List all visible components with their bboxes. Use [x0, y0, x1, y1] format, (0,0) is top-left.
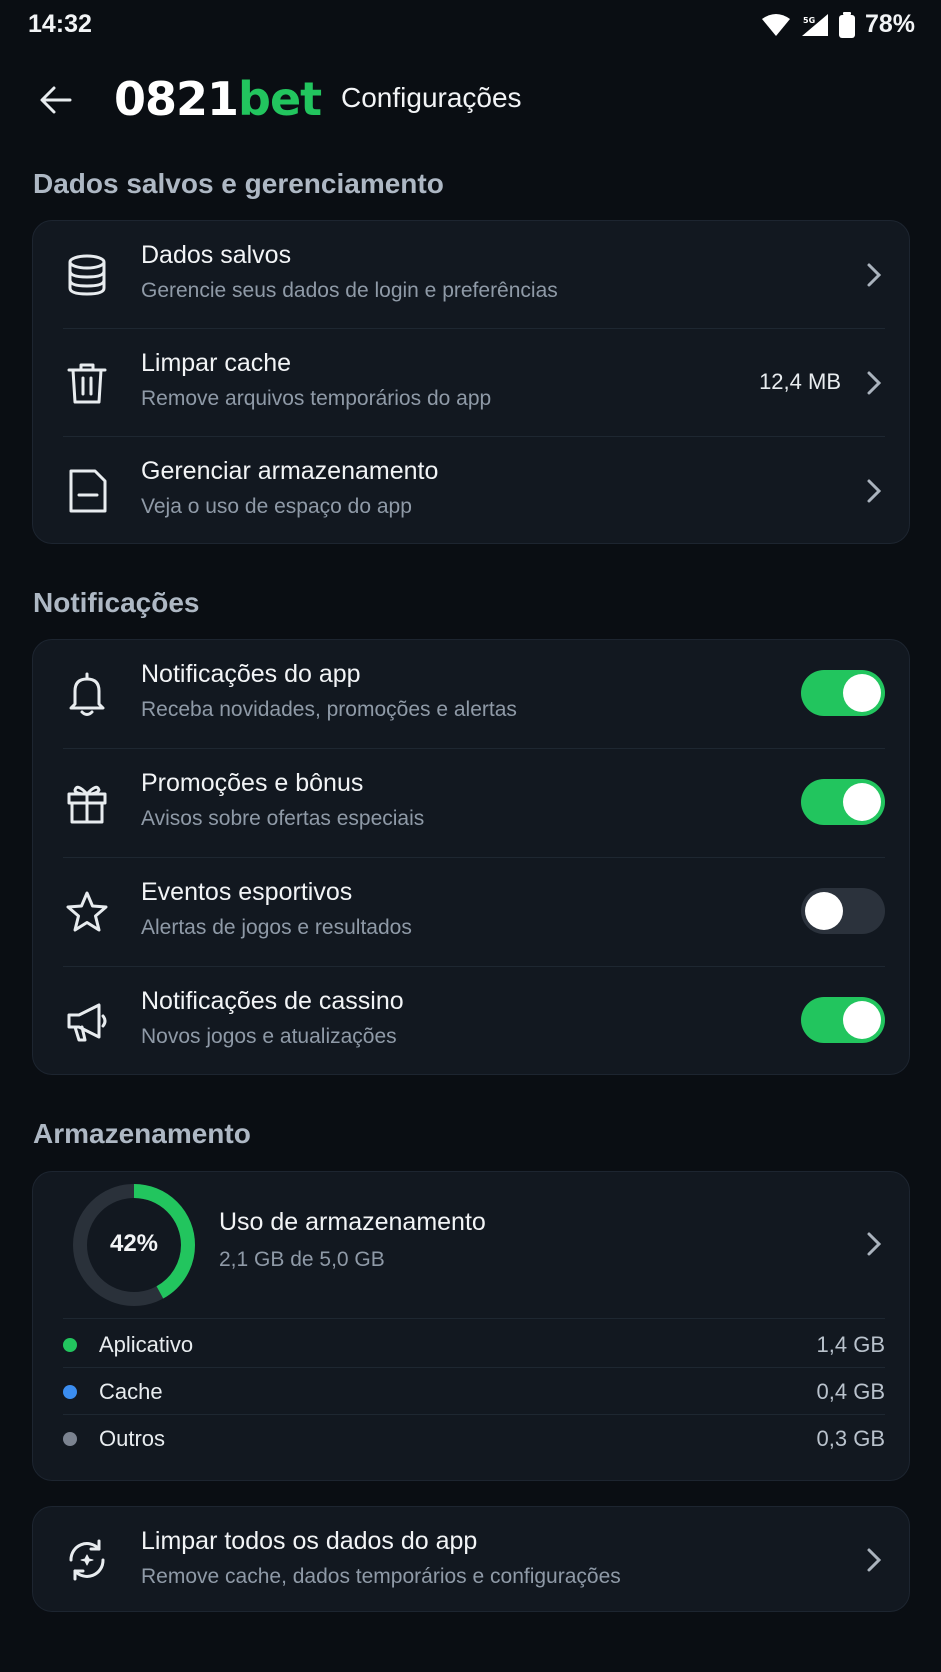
status-bar: 14:32 5G 78%: [0, 0, 941, 52]
promotions-label: Promoções e bônus: [141, 769, 364, 797]
signal-icon: 5G: [801, 13, 829, 37]
manage-storage-row[interactable]: Gerenciar armazenamento Veja o uso de es…: [33, 437, 909, 545]
sports-events-sub: Alertas de jogos e resultados: [141, 916, 412, 939]
app-notifications-row: Notificações do app Receba novidades, pr…: [33, 640, 909, 749]
manage-storage-label: Gerenciar armazenamento: [141, 457, 439, 485]
reset-icon: [63, 1536, 111, 1584]
cache-size-value: 12,4 MB: [759, 369, 841, 394]
chevron-right-icon: [867, 263, 882, 287]
clear-all-data-row[interactable]: Limpar todos os dados do app Remove cach…: [33, 1507, 909, 1613]
app-notifications-toggle[interactable]: [801, 670, 885, 716]
legend-value: 0,4 GB: [816, 1379, 885, 1404]
legend-value: 1,4 GB: [816, 1332, 885, 1357]
promotions-sub: Avisos sobre ofertas especiais: [141, 807, 425, 830]
clear-all-sub: Remove cache, dados temporários e config…: [141, 1565, 621, 1588]
chevron-right-icon: [867, 1548, 882, 1572]
legend-row-cache: Cache 0,4 GB: [33, 1369, 909, 1413]
storage-card: 42% Uso de armazenamento 2,1 GB de 5,0 G…: [32, 1171, 910, 1481]
battery-icon: [838, 11, 855, 38]
star-icon: [63, 888, 111, 936]
storage-percent: 42%: [109, 1230, 159, 1257]
data-card: Dados salvos Gerencie seus dados de logi…: [32, 220, 910, 544]
chevron-right-icon: [867, 371, 882, 395]
clear-all-label: Limpar todos os dados do app: [141, 1527, 478, 1555]
legend-row-other: Outros 0,3 GB: [33, 1416, 909, 1460]
legend-name: Cache: [99, 1379, 163, 1404]
arrow-left-icon: [40, 86, 72, 114]
sd-card-icon: [63, 467, 111, 515]
status-time: 14:32: [28, 10, 92, 38]
legend-dot-cache: [63, 1385, 77, 1399]
clear-all-card: Limpar todos os dados do app Remove cach…: [32, 1506, 910, 1612]
promotions-row: Promoções e bônus Avisos sobre ofertas e…: [33, 749, 909, 858]
bell-icon: [63, 670, 111, 718]
section-title-storage: Armazenamento: [33, 1118, 251, 1149]
casino-notifications-sub: Novos jogos e atualizações: [141, 1025, 397, 1048]
divider: [63, 1414, 885, 1415]
status-icons: 5G 78%: [761, 10, 915, 39]
toggle-knob: [805, 892, 843, 930]
divider: [63, 1318, 885, 1319]
database-icon: [63, 251, 111, 299]
casino-notifications-row: Notificações de cassino Novos jogos e at…: [33, 967, 909, 1076]
brand-logo: 0821bet: [114, 72, 322, 126]
section-title-data: Dados salvos e gerenciamento: [33, 168, 444, 199]
page-title: Configurações: [341, 82, 522, 113]
storage-usage-title: Uso de armazenamento: [219, 1208, 486, 1236]
legend-name: Outros: [99, 1426, 166, 1451]
clear-cache-label: Limpar cache: [141, 349, 292, 377]
clear-cache-sub: Remove arquivos temporários do app: [141, 387, 492, 410]
promotions-toggle[interactable]: [801, 779, 885, 825]
app-notifications-label: Notificações do app: [141, 660, 361, 688]
battery-percent: 78%: [864, 10, 915, 38]
app-notifications-sub: Receba novidades, promoções e alertas: [141, 698, 517, 721]
notifications-card: Notificações do app Receba novidades, pr…: [32, 639, 910, 1075]
toggle-knob: [843, 1001, 881, 1039]
clear-cache-row[interactable]: Limpar cache Remove arquivos temporários…: [33, 329, 909, 437]
legend-row-app: Aplicativo 1,4 GB: [33, 1322, 909, 1366]
storage-usage-row[interactable]: 42% Uso de armazenamento 2,1 GB de 5,0 G…: [33, 1172, 909, 1318]
wifi-icon: [761, 13, 791, 37]
app-header: 0821bet Configurações: [0, 62, 941, 134]
casino-notifications-toggle[interactable]: [801, 997, 885, 1043]
legend-value: 0,3 GB: [816, 1426, 885, 1451]
section-title-notifications: Notificações: [33, 587, 200, 618]
chevron-right-icon: [867, 1232, 882, 1256]
toggle-knob: [843, 674, 881, 712]
sports-events-label: Eventos esportivos: [141, 878, 353, 906]
divider: [63, 1367, 885, 1368]
storage-usage-sub: 2,1 GB de 5,0 GB: [219, 1248, 385, 1271]
toggle-knob: [843, 783, 881, 821]
saved-data-label: Dados salvos: [141, 241, 292, 269]
legend-dot-other: [63, 1432, 77, 1446]
svg-text:5G: 5G: [803, 16, 815, 25]
trash-icon: [63, 359, 111, 407]
saved-data-sub: Gerencie seus dados de login e preferênc…: [141, 279, 558, 302]
legend-dot-app: [63, 1338, 77, 1352]
legend-name: Aplicativo: [99, 1332, 194, 1357]
gift-icon: [63, 779, 111, 827]
manage-storage-sub: Veja o uso de espaço do app: [141, 495, 412, 518]
sports-events-row: Eventos esportivos Alertas de jogos e re…: [33, 858, 909, 967]
sports-events-toggle[interactable]: [801, 888, 885, 934]
saved-data-row[interactable]: Dados salvos Gerencie seus dados de logi…: [33, 221, 909, 329]
megaphone-icon: [63, 997, 111, 1045]
back-button[interactable]: [34, 78, 78, 122]
chevron-right-icon: [867, 479, 882, 503]
casino-notifications-label: Notificações de cassino: [141, 987, 404, 1015]
